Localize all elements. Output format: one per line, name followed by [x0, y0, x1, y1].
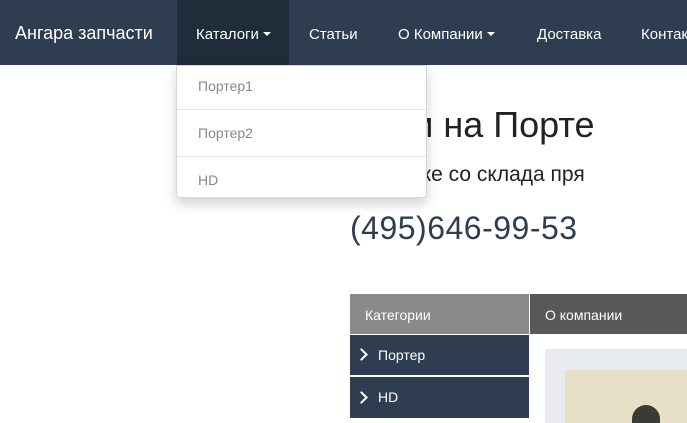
- about-header: О компании: [530, 294, 687, 334]
- chevron-right-icon: [355, 348, 368, 361]
- nav-about-company[interactable]: О Компании: [398, 0, 495, 65]
- nav-articles[interactable]: Статьи: [309, 0, 358, 65]
- dropdown-divider: [177, 156, 426, 157]
- hero-phone: (495)646-99-53: [350, 210, 578, 246]
- category-item-label: HD: [378, 389, 399, 405]
- nav-delivery[interactable]: Доставка: [537, 0, 601, 65]
- caret-down-icon: [262, 32, 271, 37]
- chevron-right-icon: [355, 390, 368, 404]
- dropdown-item-porter1[interactable]: Портер1: [177, 66, 426, 112]
- category-item-hd[interactable]: HD: [350, 377, 529, 418]
- category-item-label: Портер: [378, 347, 426, 363]
- dropdown-item-porter2[interactable]: Портер2: [177, 113, 426, 159]
- top-navbar: Ангара запчасти Каталоги Статьи О Компан…: [0, 0, 687, 65]
- nav-articles-label: Статьи: [309, 26, 358, 43]
- nav-delivery-label: Доставка: [537, 26, 602, 43]
- categories-header: Категории: [350, 294, 529, 334]
- brand-link[interactable]: Ангара запчасти: [15, 0, 153, 65]
- nav-catalogs-label: Каталоги: [196, 26, 259, 43]
- nav-catalogs[interactable]: Каталоги: [177, 0, 289, 65]
- category-item-porter[interactable]: Портер: [350, 335, 529, 375]
- nav-about-company-label: О Компании: [398, 26, 483, 43]
- nav-contacts[interactable]: Контак: [641, 0, 687, 65]
- dropdown-divider: [177, 109, 426, 110]
- dropdown-item-hd[interactable]: HD: [177, 160, 426, 197]
- caret-down-icon: [486, 32, 495, 37]
- catalogs-dropdown-menu: Портер1 Портер2 HD: [176, 65, 427, 198]
- about-image: [565, 370, 687, 423]
- nav-contacts-label: Контак: [641, 26, 687, 43]
